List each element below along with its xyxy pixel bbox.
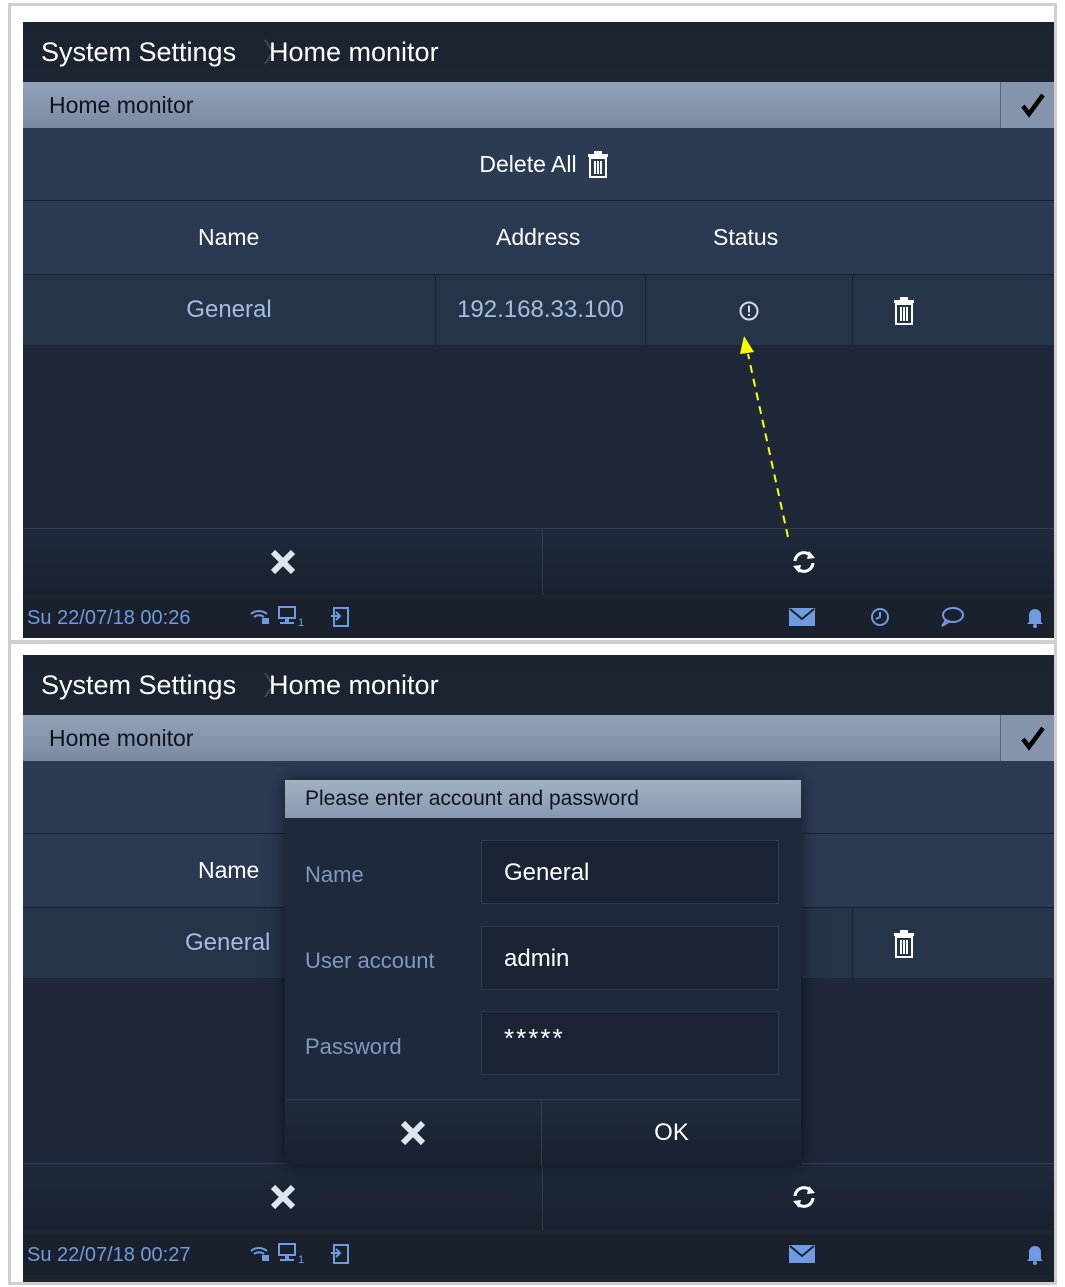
row-delete-trash-icon[interactable] [893,929,915,959]
breadcrumb-home-monitor: Home monitor [269,670,439,700]
wifi-icon [250,1247,269,1261]
close-icon [270,1184,295,1210]
refresh-button[interactable] [543,1164,1054,1230]
title-bar: System Settings Home monitor [23,655,1054,715]
annotation-arrow [740,336,789,538]
bell-icon[interactable] [1025,1243,1045,1265]
dialog-button-bar: OK [285,1099,801,1165]
dialog-cancel-button[interactable] [285,1100,542,1165]
cell-status [799,908,853,978]
device-screen: System Settings Home monitor Home monito… [23,22,1054,638]
dialog-account-field[interactable]: admin [481,926,779,990]
breadcrumb-system-settings[interactable]: System Settings [41,655,236,715]
status-datetime: Su 22/07/18 00:27 [27,1244,191,1266]
dialog-account-label: User account [305,948,435,973]
screenshot-panel-2: System Settings Home monitor Home monito… [8,641,1057,1285]
dialog-name-label: Name [305,862,364,887]
page-title: Home monitor [49,725,194,751]
dialog-name-field[interactable]: General [481,840,779,904]
column-header-name: Name [198,857,260,883]
cancel-button[interactable] [23,1164,543,1230]
page-header: Home monitor [23,715,1054,761]
account-password-dialog: Please enter account and password Name G… [285,780,801,1165]
confirm-button[interactable] [1000,715,1054,761]
bottom-button-bar [23,1163,1054,1230]
dialog-ok-button[interactable]: OK [542,1100,801,1165]
refresh-icon [793,1186,815,1208]
device-screen: System Settings Home monitor Home monito… [23,655,1054,1282]
message-icon[interactable] [789,1245,815,1263]
dialog-title: Please enter account and password [285,780,801,818]
network-icon: 1 [278,1243,304,1265]
close-icon [400,1120,426,1145]
cell-delete [853,908,955,978]
status-bar: Su 22/07/18 00:27 1 [23,1235,1054,1275]
checkmark-icon [1021,726,1045,751]
dialog-password-label: Password [305,1034,402,1059]
door-exit-icon [331,1244,349,1264]
dialog-password-field[interactable]: ***** [481,1011,779,1075]
screenshot-panel-1: System Settings Home monitor Home monito… [8,3,1057,643]
svg-text:1: 1 [298,1254,304,1265]
